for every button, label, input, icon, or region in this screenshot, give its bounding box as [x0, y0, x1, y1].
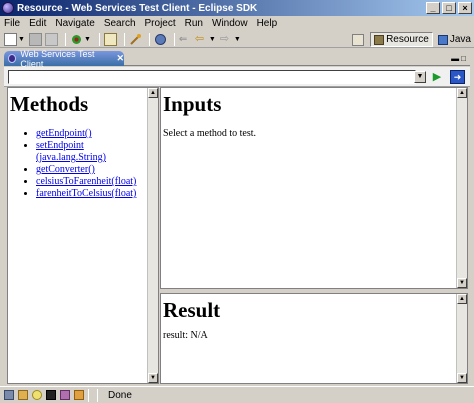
perspective-resource-label: Resource: [386, 34, 429, 45]
go-icon[interactable]: ▶: [431, 71, 443, 83]
perspective-resource[interactable]: Resource: [370, 32, 433, 47]
main-toolbar: ▼ ▼ ⇐ ⇦ ▼ ⇨ ▼ Resource Java: [0, 31, 474, 48]
url-input[interactable]: [8, 70, 416, 84]
status-separator: [97, 388, 98, 402]
web-services-explorer-icon[interactable]: ➜: [450, 70, 465, 84]
package-icon[interactable]: [18, 390, 28, 400]
menu-edit[interactable]: Edit: [29, 18, 46, 29]
menu-file[interactable]: File: [4, 18, 20, 29]
methods-frame: Methods getEndpoint() setEndpoint(java.l…: [7, 87, 159, 384]
scroll-down-icon[interactable]: ▼: [457, 278, 467, 288]
minimize-button[interactable]: _: [426, 2, 440, 14]
menu-search[interactable]: Search: [104, 18, 136, 29]
forward-icon[interactable]: ⇨: [220, 33, 233, 46]
inputs-scrollbar[interactable]: ▲ ▼: [456, 88, 467, 288]
methods-list: getEndpoint() setEndpoint(java.lang.Stri…: [8, 128, 158, 200]
method-link-getendpoint[interactable]: getEndpoint(): [36, 128, 92, 139]
method-link-setendpoint-name: setEndpoint: [36, 140, 84, 151]
menu-project[interactable]: Project: [145, 18, 176, 29]
window-title: Resource - Web Services Test Client - Ec…: [17, 2, 258, 14]
perspective-java-label: Java: [449, 34, 471, 45]
scroll-down-icon[interactable]: ▼: [457, 373, 467, 383]
result-heading: Result: [163, 298, 221, 322]
method-link-getconverter[interactable]: getConverter(): [36, 164, 95, 175]
methods-scrollbar[interactable]: ▲ ▼: [147, 88, 158, 383]
list-item: getConverter(): [36, 164, 158, 176]
status-text: Done: [108, 389, 132, 401]
list-item: setEndpoint(java.lang.String): [36, 140, 158, 164]
debug-dropdown-icon[interactable]: ▼: [84, 36, 91, 43]
method-link-setendpoint-params: (java.lang.String): [36, 152, 106, 163]
close-button[interactable]: ×: [458, 2, 472, 14]
result-frame: Result result: N/A ▲ ▼: [160, 293, 468, 384]
save-icon[interactable]: [28, 32, 42, 46]
result-scrollbar[interactable]: ▲ ▼: [456, 294, 467, 383]
perspective-switcher: Resource Java: [352, 31, 474, 48]
search-icon[interactable]: [129, 33, 142, 46]
browser-address-bar: ▼ ▶ ➜: [4, 67, 470, 87]
result-value: result: N/A: [163, 330, 208, 341]
toolbar-separator: [173, 32, 175, 46]
outline-icon[interactable]: [74, 390, 84, 400]
forward-dropdown-icon[interactable]: ▼: [234, 36, 241, 43]
view-controls: ▬□: [451, 54, 468, 63]
inputs-instruction: Select a method to test.: [163, 128, 257, 139]
menu-run[interactable]: Run: [185, 18, 203, 29]
eclipse-icon: [2, 2, 14, 14]
toolbar-separator: [98, 32, 100, 46]
debug-icon[interactable]: [70, 33, 83, 46]
globe-icon[interactable]: [154, 33, 167, 46]
tab-close-icon[interactable]: ✕: [116, 53, 124, 64]
scroll-up-icon[interactable]: ▲: [457, 88, 467, 98]
bulb-icon[interactable]: [32, 390, 42, 400]
tab-label: Web Services Test Client: [20, 48, 95, 69]
back-dropdown-icon[interactable]: ▼: [209, 36, 216, 43]
list-item: getEndpoint(): [36, 128, 158, 140]
status-bar: Done: [0, 386, 474, 403]
scroll-up-icon[interactable]: ▲: [457, 294, 467, 304]
status-separator: [88, 388, 89, 402]
maximize-button[interactable]: □: [442, 2, 456, 14]
hierarchy-icon[interactable]: [60, 390, 70, 400]
open-perspective-icon[interactable]: [352, 33, 365, 46]
new-dropdown-icon[interactable]: ▼: [18, 36, 25, 43]
list-item: farenheitToCelsius(float): [36, 188, 158, 200]
list-item: celsiusToFarenheit(float): [36, 176, 158, 188]
scroll-up-icon[interactable]: ▲: [148, 88, 158, 98]
method-link-farenheit-to-celsius[interactable]: farenheitToCelsius(float): [36, 188, 136, 199]
perspective-java[interactable]: Java: [435, 33, 474, 46]
inputs-frame: Inputs Select a method to test. ▲ ▼: [160, 87, 468, 289]
inputs-heading: Inputs: [163, 92, 222, 116]
methods-heading: Methods: [10, 92, 89, 116]
menu-navigate[interactable]: Navigate: [55, 18, 94, 29]
new-icon[interactable]: [4, 32, 17, 46]
open-type-icon[interactable]: [103, 32, 117, 46]
back-icon[interactable]: ⇦: [195, 33, 208, 46]
resource-perspective-icon: [374, 34, 385, 45]
maximize-view-icon[interactable]: □: [461, 54, 468, 63]
java-perspective-icon: [437, 34, 448, 45]
menu-window[interactable]: Window: [212, 18, 248, 29]
toolbar-separator: [148, 32, 150, 46]
method-link-setendpoint[interactable]: setEndpoint (java.lang.String): [36, 140, 106, 163]
print-icon[interactable]: [44, 32, 58, 46]
fast-view-icon[interactable]: [4, 390, 14, 400]
method-link-celsius-to-farenheit[interactable]: celsiusToFarenheit(float): [36, 176, 136, 187]
toolbar-separator: [123, 32, 125, 46]
menu-bar: File Edit Navigate Search Project Run Wi…: [0, 16, 474, 31]
scroll-down-icon[interactable]: ▼: [148, 373, 158, 383]
minimize-view-icon[interactable]: ▬: [451, 54, 461, 63]
web-browser-icon: [8, 54, 17, 63]
title-bar: Resource - Web Services Test Client - Ec…: [0, 0, 474, 16]
url-dropdown-icon[interactable]: ▼: [414, 71, 426, 83]
toolbar-separator: [64, 32, 66, 46]
editor-tab-row: Web Services Test Client ✕ ▬□: [4, 48, 470, 69]
menu-help[interactable]: Help: [257, 18, 278, 29]
tab-web-services-test-client[interactable]: Web Services Test Client ✕: [4, 48, 124, 69]
last-edit-icon[interactable]: ⇐: [179, 33, 192, 46]
console-icon[interactable]: [46, 390, 56, 400]
